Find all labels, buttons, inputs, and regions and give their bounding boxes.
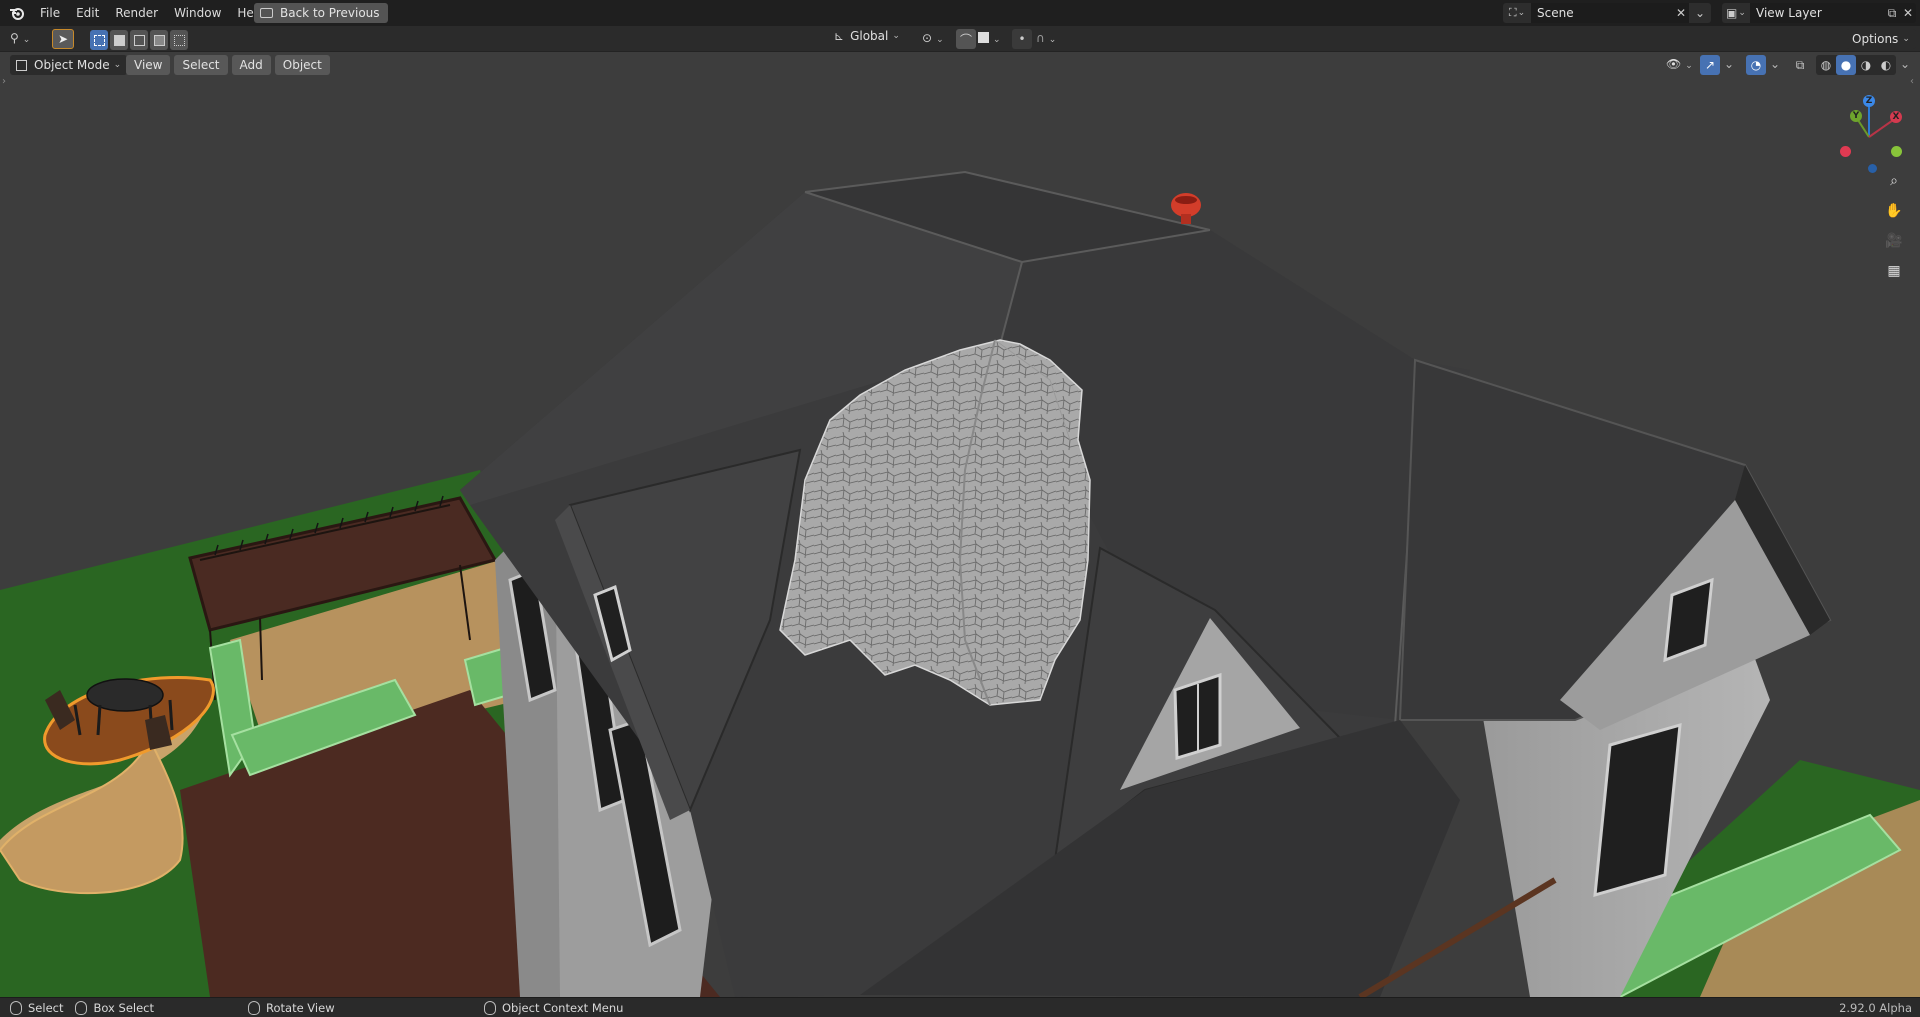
- view-layer-selector[interactable]: ▣ ⌄ View Layer ⧉ ✕: [1722, 3, 1916, 23]
- status-rotate-view: Rotate View: [266, 1001, 335, 1015]
- menu-view[interactable]: View: [126, 55, 171, 75]
- scene-selector[interactable]: ⛶ ⌄ Scene ✕ ⌄: [1503, 3, 1711, 23]
- 3d-viewport[interactable]: Z Y X ⌕ ✋ 🎥 ▦ › ‹: [0, 52, 1920, 997]
- select-subtract-icon[interactable]: [130, 30, 148, 50]
- menu-render[interactable]: Render: [107, 3, 166, 23]
- editor-type-icon[interactable]: ⚲ ⌄: [10, 31, 30, 45]
- scene-close-icon[interactable]: ✕: [1673, 3, 1689, 23]
- material-shading-icon[interactable]: ◑: [1856, 55, 1876, 75]
- menu-select[interactable]: Select: [174, 55, 228, 75]
- perspective-grid-icon[interactable]: ▦: [1882, 259, 1906, 283]
- gizmo-y-axis[interactable]: Y: [1850, 110, 1862, 122]
- top-bar: File Edit Render Window Help Back to Pre…: [0, 0, 1920, 26]
- mouse-left-icon: [10, 1001, 22, 1015]
- orientation-label: Global: [850, 29, 889, 43]
- shading-dropdown-icon[interactable]: ⌄: [1900, 57, 1910, 71]
- mouse-drag-icon: [75, 1001, 88, 1015]
- selection-mode-group: [90, 30, 188, 50]
- zoom-icon[interactable]: ⌕: [1882, 169, 1906, 193]
- tool-settings-bar: ⚲ ⌄ ➤ ⊾ Global ⌄ ⊙ ⌄ ⌒ ⌄ • ∩ ⌄ Options ⌄: [0, 26, 1920, 52]
- gizmo-neg-y[interactable]: [1891, 146, 1902, 157]
- menu-file[interactable]: File: [32, 3, 68, 23]
- mode-label: Object Mode: [34, 58, 110, 72]
- gizmo-toggle-icon[interactable]: ↗: [1700, 55, 1720, 75]
- mouse-right-icon: [484, 1001, 496, 1015]
- shading-mode-group: ◍ ● ◑ ◐: [1816, 55, 1896, 75]
- transform-orientation-dropdown[interactable]: ⊾ Global ⌄: [834, 29, 900, 43]
- camera-view-icon[interactable]: 🎥: [1882, 229, 1906, 253]
- version-label: 2.92.0 Alpha: [1839, 1001, 1912, 1015]
- menu-add[interactable]: Add: [231, 55, 271, 75]
- menu-window[interactable]: Window: [166, 3, 229, 23]
- status-bar: Select Box Select Rotate View Object Con…: [0, 997, 1920, 1017]
- blender-logo-icon[interactable]: [8, 4, 26, 22]
- view-layer-close-icon[interactable]: ✕: [1900, 3, 1916, 23]
- options-dropdown[interactable]: Options ⌄: [1846, 29, 1916, 49]
- select-extend-icon[interactable]: [110, 30, 128, 50]
- falloff-icon[interactable]: ∩ ⌄: [1036, 31, 1056, 45]
- overlays-dropdown-icon[interactable]: ⌄: [1770, 57, 1780, 71]
- gizmo-neg-x[interactable]: [1840, 146, 1851, 157]
- cursor-icon: ➤: [57, 32, 69, 46]
- scene-copy-icon[interactable]: ⌄: [1689, 3, 1711, 23]
- visibility-eye-icon[interactable]: 👁 ⌄: [1666, 57, 1693, 71]
- status-context-menu: Object Context Menu: [502, 1001, 624, 1015]
- scene-render: [0, 52, 1920, 997]
- chevron-down-icon: ⌄: [892, 31, 900, 41]
- menu-object[interactable]: Object: [274, 55, 330, 75]
- gizmo-dropdown-icon[interactable]: ⌄: [1724, 57, 1734, 71]
- gizmo-neg-z[interactable]: [1868, 164, 1877, 173]
- view-layer-field[interactable]: View Layer: [1750, 3, 1884, 23]
- select-tool-button[interactable]: ➤: [52, 29, 74, 49]
- options-label: Options: [1852, 32, 1899, 46]
- status-select: Select: [28, 1001, 64, 1015]
- scene-icon: ⛶ ⌄: [1503, 3, 1531, 23]
- rendered-shading-icon[interactable]: ◐: [1876, 55, 1896, 75]
- object-mode-icon: [16, 59, 27, 71]
- chevron-down-icon: ⌄: [113, 60, 122, 70]
- view-layer-new-icon[interactable]: ⧉: [1884, 3, 1900, 23]
- pivot-point-icon[interactable]: ⊙ ⌄: [922, 31, 944, 45]
- pan-hand-icon[interactable]: ✋: [1882, 199, 1906, 223]
- xray-toggle-icon[interactable]: ⧉: [1790, 55, 1810, 75]
- menu-edit[interactable]: Edit: [68, 3, 107, 23]
- gizmo-z-axis[interactable]: Z: [1863, 95, 1875, 107]
- back-to-previous-button[interactable]: Back to Previous: [254, 3, 388, 23]
- viewport-header: Object Mode ⌄ View Select Add Object 👁 ⌄ …: [0, 52, 1920, 78]
- scene-field[interactable]: Scene: [1531, 3, 1673, 23]
- select-intersect-icon[interactable]: [170, 30, 188, 50]
- wireframe-shading-icon[interactable]: ◍: [1816, 55, 1836, 75]
- overlays-toggle-icon[interactable]: ◔: [1746, 55, 1766, 75]
- mouse-middle-icon: [248, 1001, 260, 1015]
- orientation-icon: ⊾: [834, 29, 845, 43]
- snap-toggle-icon[interactable]: ⌒: [956, 29, 976, 49]
- gizmo-x-axis[interactable]: X: [1890, 111, 1902, 123]
- chevron-down-icon: ⌄: [1902, 34, 1910, 44]
- back-to-previous-label: Back to Previous: [280, 6, 380, 20]
- solid-shading-icon[interactable]: ●: [1836, 55, 1856, 75]
- screen-icon: [260, 8, 273, 18]
- mode-dropdown[interactable]: Object Mode ⌄: [10, 55, 128, 75]
- navigation-gizmo[interactable]: Z Y X: [1834, 92, 1904, 173]
- view-layer-icon: ▣ ⌄: [1722, 3, 1750, 23]
- snap-target-icon[interactable]: ⌄: [978, 31, 1001, 45]
- select-invert-icon[interactable]: [150, 30, 168, 50]
- proportional-edit-icon[interactable]: •: [1012, 29, 1032, 49]
- select-new-icon[interactable]: [90, 30, 108, 50]
- status-box-select: Box Select: [93, 1001, 154, 1015]
